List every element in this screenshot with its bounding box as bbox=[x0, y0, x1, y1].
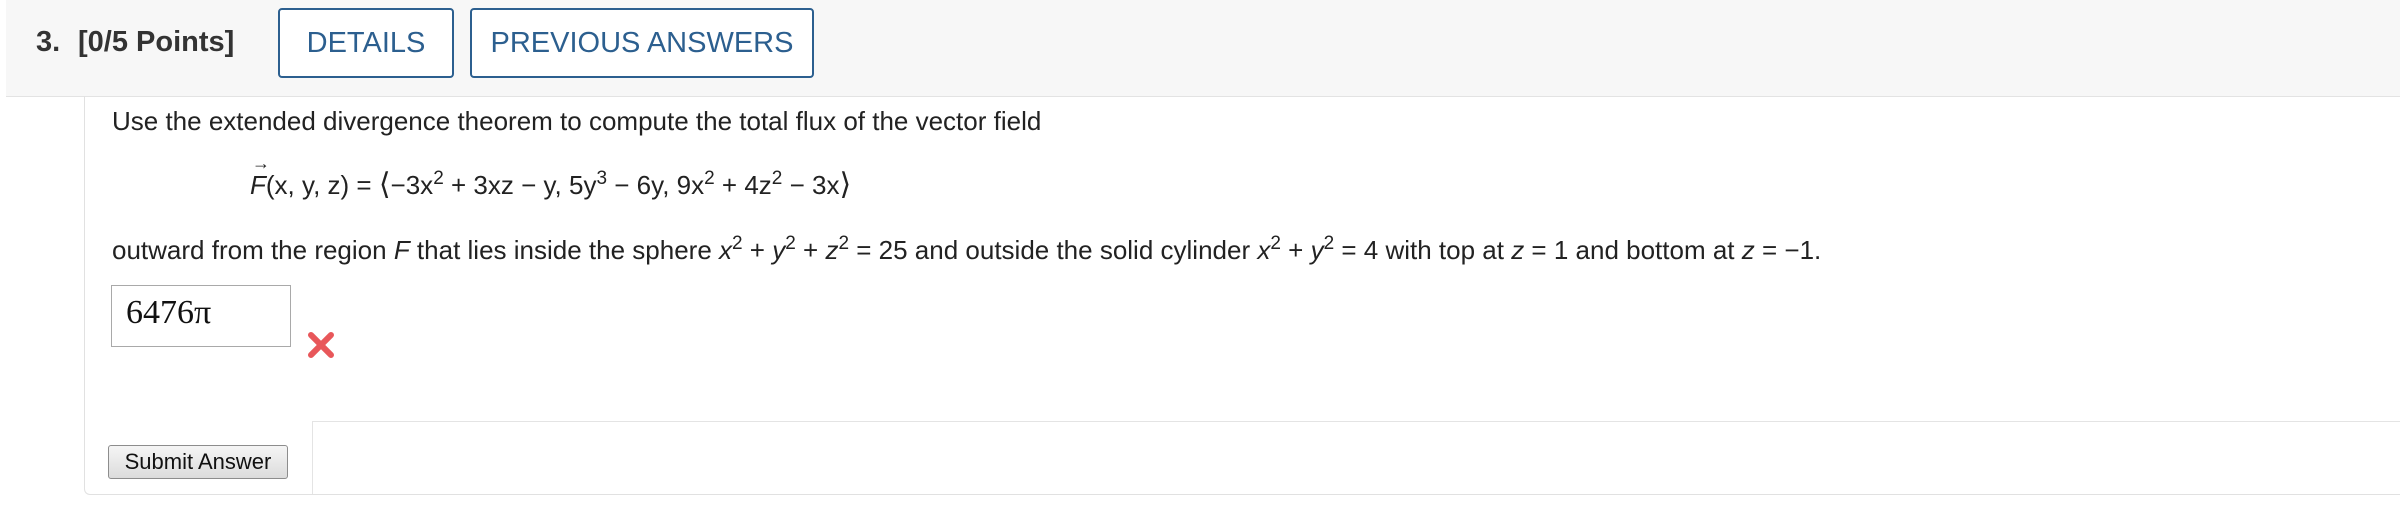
details-button[interactable]: DETAILS bbox=[278, 8, 454, 78]
answer-input[interactable]: 6476π bbox=[111, 285, 291, 347]
submit-answer-button[interactable]: Submit Answer bbox=[108, 445, 288, 479]
left-angle-bracket: ⟨ bbox=[378, 168, 391, 201]
right-angle-bracket: ⟩ bbox=[839, 168, 852, 201]
divider bbox=[312, 421, 2400, 422]
vector-arrow-icon: → bbox=[252, 153, 270, 173]
vector-symbol: → F bbox=[250, 153, 270, 200]
question-body bbox=[84, 96, 2400, 495]
divider-vertical bbox=[312, 421, 313, 494]
region-description: outward from the region F that lies insi… bbox=[112, 233, 1822, 265]
question-points: [0/5 Points] bbox=[78, 26, 235, 58]
question-number: 3. bbox=[36, 26, 61, 58]
vector-field-formula: → F(x, y, z) = ⟨−3x2 + 3xz − y, 5y3 − 6y,… bbox=[250, 153, 852, 201]
previous-answers-button[interactable]: PREVIOUS ANSWERS bbox=[470, 8, 814, 78]
question-prompt: Use the extended divergence theorem to c… bbox=[112, 106, 1042, 136]
question-header: 3. [0/5 Points] DETAILS PREVIOUS ANSWERS bbox=[6, 0, 2400, 97]
wrong-x-icon bbox=[308, 332, 334, 358]
